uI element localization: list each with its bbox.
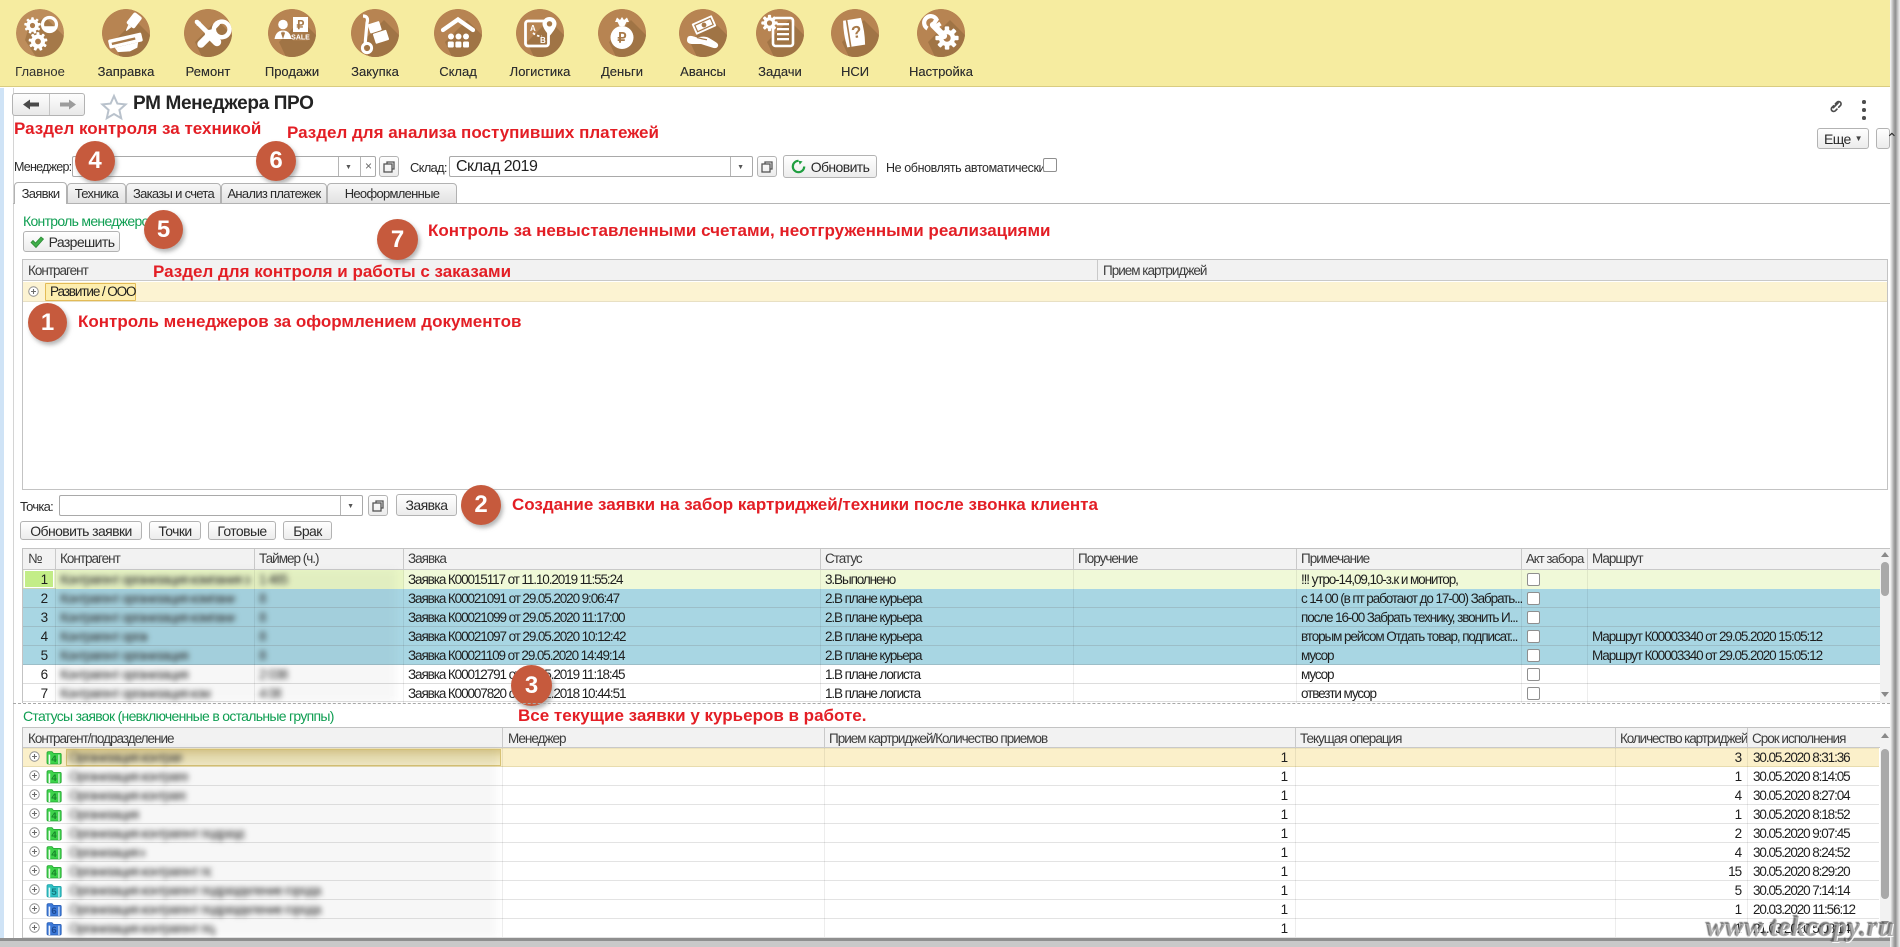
svg-text:₽: ₽: [297, 18, 305, 32]
svg-text:₽: ₽: [618, 30, 627, 46]
svg-text:SALE: SALE: [291, 35, 310, 42]
svg-text:6: 6: [51, 906, 56, 917]
svg-text:A: A: [530, 24, 536, 33]
svg-text:4: 4: [51, 811, 57, 822]
svg-text:B: B: [540, 36, 546, 45]
svg-text:4: 4: [51, 868, 57, 879]
svg-text:4: 4: [51, 773, 57, 784]
svg-text:5: 5: [51, 887, 57, 898]
svg-text:4: 4: [51, 849, 57, 860]
svg-text:4: 4: [51, 830, 57, 841]
svg-text:6: 6: [51, 925, 56, 936]
svg-text:4: 4: [51, 792, 57, 803]
svg-text:4: 4: [51, 754, 57, 765]
